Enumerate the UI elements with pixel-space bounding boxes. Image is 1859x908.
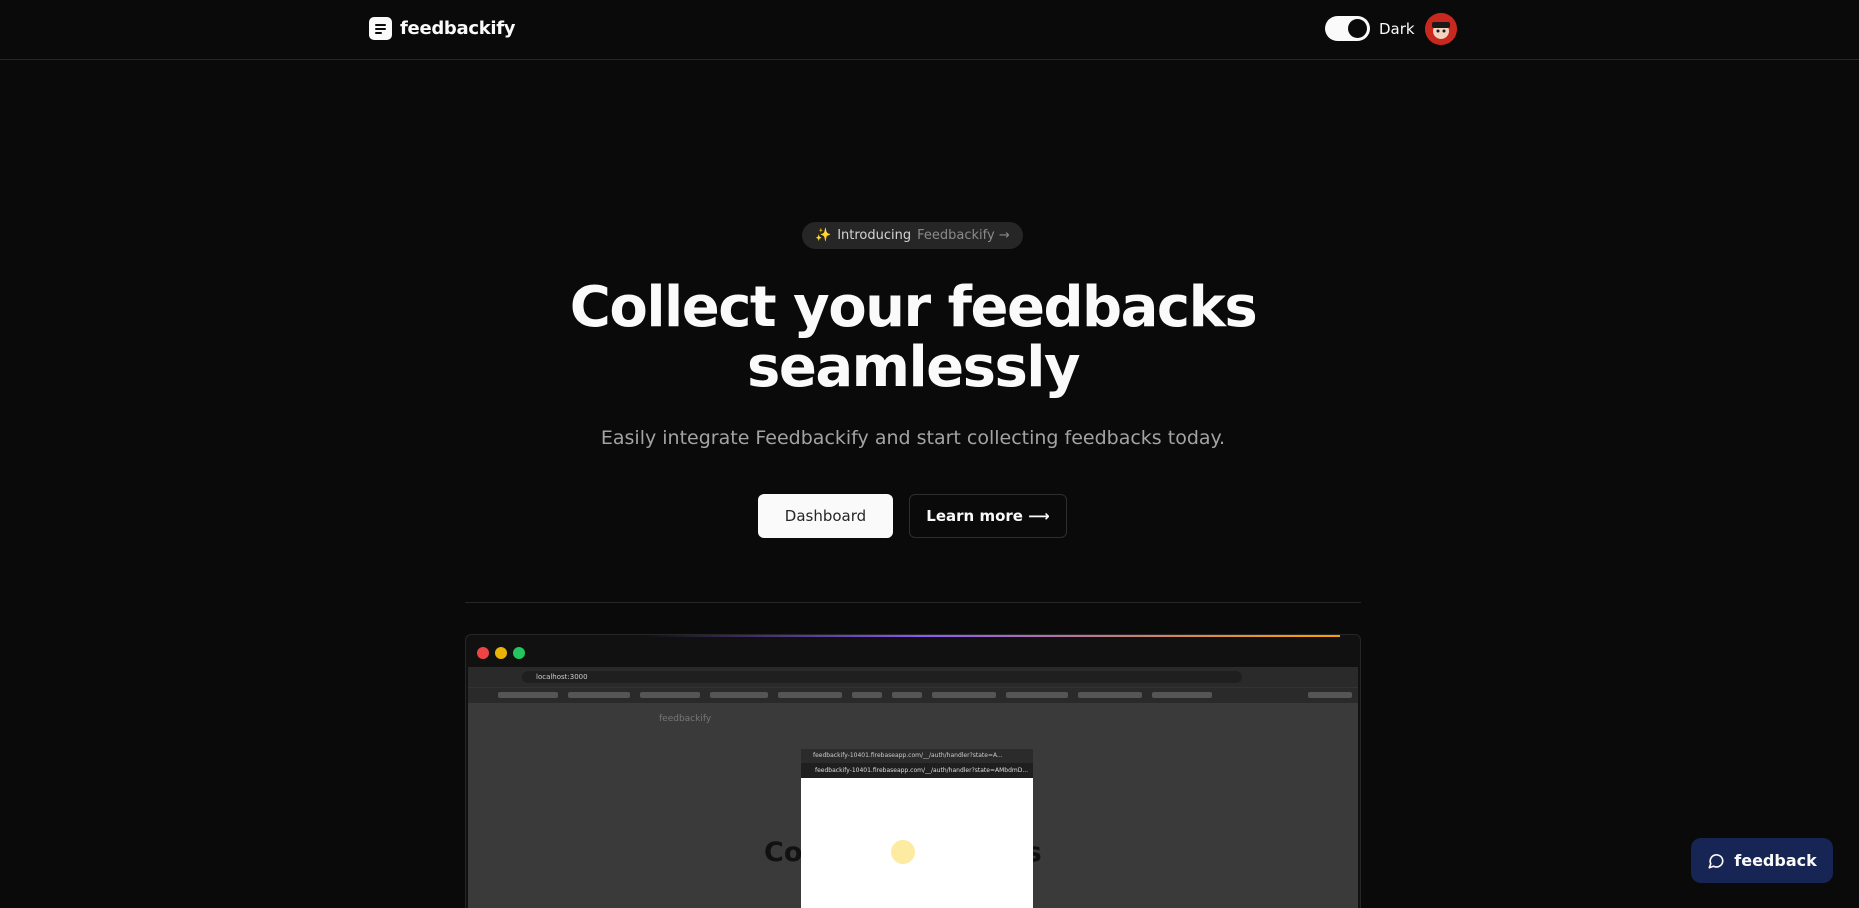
demo-popup-url: feedbackify-10401.firebaseapp.com/__/aut… [801, 763, 1033, 778]
demo-auth-popup: feedbackify-10401.firebaseapp.com/__/aut… [801, 749, 1033, 908]
dashboard-button[interactable]: Dashboard [758, 494, 893, 538]
brand-logo[interactable]: feedbackify [369, 17, 516, 40]
cursor-highlight [891, 840, 915, 864]
top-navbar: feedbackify Dark [0, 0, 1859, 60]
demo-url-text: localhost:3000 [522, 671, 1242, 683]
badge-text-dim: Feedbackify → [917, 228, 1010, 243]
hero-subtitle: Easily integrate Feedbackify and start c… [600, 427, 1226, 449]
window-close-dot [477, 647, 489, 659]
intro-badge[interactable]: ✨ Introducing Feedbackify → [802, 222, 1023, 249]
window-minimize-dot [495, 647, 507, 659]
theme-toggle-group: Dark [1325, 16, 1415, 41]
demo-url-bar: localhost:3000 [468, 667, 1358, 687]
demo-browser-frame: localhost:3000 feedbackify Colks feedbac… [465, 634, 1361, 908]
user-avatar[interactable] [1425, 13, 1457, 45]
theme-label: Dark [1379, 19, 1415, 38]
sparkle-icon: ✨ [815, 228, 832, 243]
demo-bookmarks-bar [468, 687, 1358, 703]
frame-glow [646, 635, 1340, 637]
feedback-widget-button[interactable]: feedback [1691, 838, 1833, 883]
brand-name: feedbackify [400, 18, 516, 39]
demo-popup-title: feedbackify-10401.firebaseapp.com/__/aut… [801, 749, 1033, 763]
hero-title-line2: seamlessly [747, 335, 1081, 400]
chat-bubble-icon [1708, 853, 1724, 869]
window-maximize-dot [513, 647, 525, 659]
theme-toggle[interactable] [1325, 16, 1370, 41]
demo-brand: feedbackify [659, 714, 712, 724]
document-icon [369, 17, 392, 40]
badge-text-strong: Introducing [837, 228, 912, 243]
section-divider [465, 602, 1361, 603]
demo-screenshot: localhost:3000 feedbackify Colks feedbac… [468, 667, 1358, 908]
learn-more-button[interactable]: Learn more ⟶ [909, 494, 1067, 538]
feedback-widget-label: feedback [1734, 851, 1817, 870]
hero-title: Collect your feedbacks seamlessly [0, 278, 1826, 398]
hero-title-line1: Collect your feedbacks [569, 275, 1258, 340]
